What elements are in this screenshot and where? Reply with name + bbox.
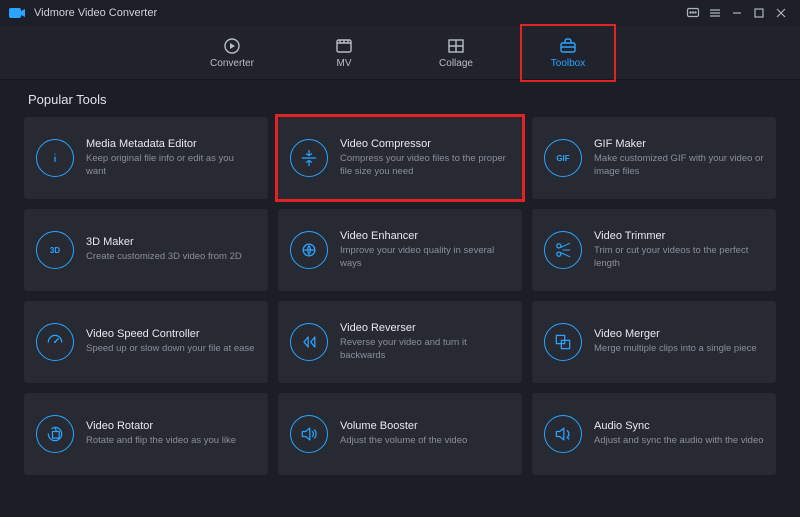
threed-icon: 3D (36, 231, 74, 269)
tool-title: Media Metadata Editor (86, 138, 256, 150)
close-button[interactable] (770, 2, 792, 24)
enhancer-icon (290, 231, 328, 269)
tool-text: Video Reverser Reverse your video and tur… (340, 322, 510, 363)
converter-icon (222, 37, 242, 55)
tool-text: Media Metadata Editor Keep original file … (86, 138, 256, 179)
tool-card[interactable]: Video Reverser Reverse your video and tur… (278, 301, 522, 383)
tool-title: GIF Maker (594, 138, 764, 150)
maximize-button[interactable] (748, 2, 770, 24)
tool-desc: Improve your video quality in several wa… (340, 245, 510, 271)
tool-card[interactable]: Video Trimmer Trim or cut your videos to … (532, 209, 776, 291)
svg-text:GIF: GIF (556, 154, 569, 163)
tool-card[interactable]: 3D 3D Maker Create customized 3D video fro… (24, 209, 268, 291)
volume-icon (290, 415, 328, 453)
app-logo-icon (8, 4, 26, 22)
tool-title: Video Merger (594, 328, 764, 340)
minimize-button[interactable] (726, 2, 748, 24)
tool-desc: Create customized 3D video from 2D (86, 251, 256, 264)
tool-title: Video Rotator (86, 420, 256, 432)
tool-title: Video Reverser (340, 322, 510, 334)
speed-icon (36, 323, 74, 361)
sync-icon (544, 415, 582, 453)
app-window: Vidmore Video Converter Converter MV Col… (0, 0, 800, 517)
rotate-icon (36, 415, 74, 453)
tool-desc: Adjust the volume of the video (340, 435, 510, 448)
tool-title: 3D Maker (86, 236, 256, 248)
tool-title: Video Compressor (340, 138, 510, 150)
tool-text: Volume Booster Adjust the volume of the v… (340, 420, 510, 448)
gif-icon: GIF (544, 139, 582, 177)
info-icon (36, 139, 74, 177)
tool-card[interactable]: Video Merger Merge multiple clips into a … (532, 301, 776, 383)
toolbox-icon (558, 37, 578, 55)
tool-desc: Speed up or slow down your file at ease (86, 343, 256, 356)
tool-desc: Adjust and sync the audio with the video (594, 435, 764, 448)
svg-text:3D: 3D (50, 246, 60, 255)
tool-text: Video Merger Merge multiple clips into a … (594, 328, 764, 356)
tool-desc: Keep original file info or edit as you w… (86, 153, 256, 179)
tool-text: Video Speed Controller Speed up or slow d… (86, 328, 256, 356)
tab-label: Collage (439, 58, 473, 69)
reverse-icon (290, 323, 328, 361)
tool-text: GIF Maker Make customized GIF with your v… (594, 138, 764, 179)
feedback-button[interactable] (682, 2, 704, 24)
tool-card[interactable]: Media Metadata Editor Keep original file … (24, 117, 268, 199)
tool-desc: Trim or cut your videos to the perfect l… (594, 245, 764, 271)
section-title: Popular Tools (28, 92, 776, 107)
merge-icon (544, 323, 582, 361)
tool-card[interactable]: Video Rotator Rotate and flip the video a… (24, 393, 268, 475)
scissors-icon (544, 231, 582, 269)
tool-card[interactable]: Audio Sync Adjust and sync the audio with… (532, 393, 776, 475)
tool-text: Audio Sync Adjust and sync the audio with… (594, 420, 764, 448)
menu-button[interactable] (704, 2, 726, 24)
tool-desc: Compress your video files to the proper … (340, 153, 510, 179)
compress-icon (290, 139, 328, 177)
tool-grid: Media Metadata Editor Keep original file … (24, 117, 776, 475)
tool-title: Video Trimmer (594, 230, 764, 242)
tool-text: 3D Maker Create customized 3D video from … (86, 236, 256, 264)
tool-text: Video Compressor Compress your video file… (340, 138, 510, 179)
tab-label: MV (337, 58, 352, 69)
tool-card[interactable]: Video Enhancer Improve your video quality… (278, 209, 522, 291)
tab-toolbox[interactable]: Toolbox (531, 30, 605, 76)
top-nav: Converter MV Collage Toolbox (0, 26, 800, 80)
tool-card[interactable]: Volume Booster Adjust the volume of the v… (278, 393, 522, 475)
tool-card[interactable]: GIF GIF Maker Make customized GIF with you… (532, 117, 776, 199)
collage-icon (446, 37, 466, 55)
tool-desc: Merge multiple clips into a single piece (594, 343, 764, 356)
tab-label: Converter (210, 58, 254, 69)
mv-icon (334, 37, 354, 55)
tool-title: Audio Sync (594, 420, 764, 432)
tab-mv[interactable]: MV (307, 30, 381, 76)
tool-desc: Make customized GIF with your video or i… (594, 153, 764, 179)
titlebar: Vidmore Video Converter (0, 0, 800, 26)
tool-text: Video Rotator Rotate and flip the video a… (86, 420, 256, 448)
tool-card[interactable]: Video Compressor Compress your video file… (278, 117, 522, 199)
tool-title: Video Speed Controller (86, 328, 256, 340)
tab-label: Toolbox (551, 58, 585, 69)
tool-desc: Rotate and flip the video as you like (86, 435, 256, 448)
tool-desc: Reverse your video and turn it backwards (340, 337, 510, 363)
tool-title: Video Enhancer (340, 230, 510, 242)
content-area: Popular Tools Media Metadata Editor Keep … (0, 80, 800, 517)
tab-converter[interactable]: Converter (195, 30, 269, 76)
tab-collage[interactable]: Collage (419, 30, 493, 76)
tool-text: Video Enhancer Improve your video quality… (340, 230, 510, 271)
tool-title: Volume Booster (340, 420, 510, 432)
app-title: Vidmore Video Converter (34, 7, 157, 19)
tool-card[interactable]: Video Speed Controller Speed up or slow d… (24, 301, 268, 383)
tool-text: Video Trimmer Trim or cut your videos to … (594, 230, 764, 271)
